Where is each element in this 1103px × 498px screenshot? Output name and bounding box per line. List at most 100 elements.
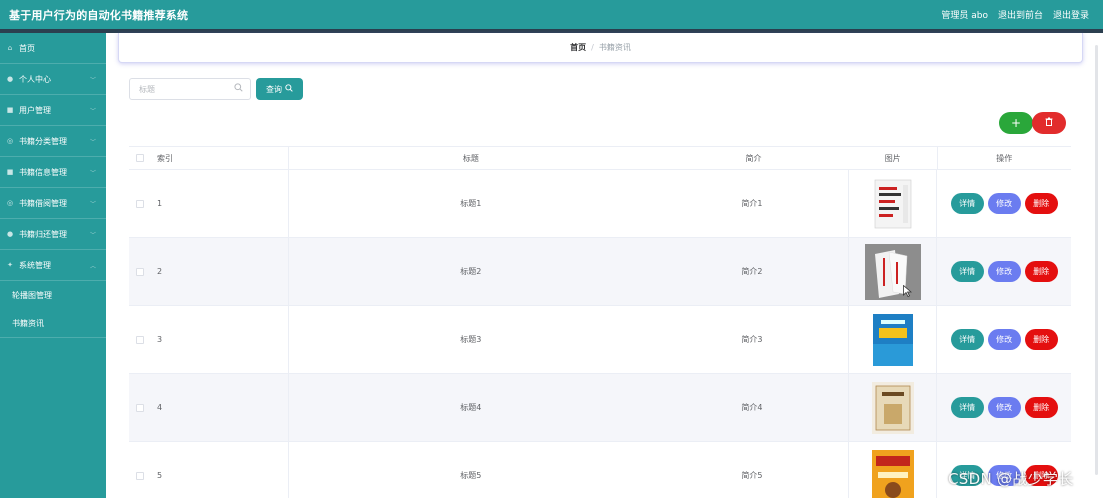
chevron-down-icon: ﹀ [89,76,96,84]
add-button[interactable]: + [999,112,1033,134]
sidebar-item-users[interactable]: ■ 用户管理 ﹀ [0,95,106,126]
query-button[interactable]: 查询 [256,78,303,100]
cell-intro: 简介2 [741,267,763,276]
search-placeholder: 标题 [139,84,155,94]
row-checkbox[interactable] [136,471,144,480]
edit-button[interactable]: 修改 [987,397,1021,418]
cell-index: 3 [151,306,290,373]
sidebar-item-label: 书籍分类管理 [19,136,67,146]
sidebar-item-book-category[interactable]: ◎ 书籍分类管理 ﹀ [0,126,106,157]
table-row: 5 标题5 简介5 详情 修改 删除 [129,442,1071,498]
to-frontend-link[interactable]: 退出到前台 [998,8,1043,21]
detail-button[interactable]: 详情 [950,261,984,282]
edit-button[interactable]: 修改 [987,261,1021,282]
cell-image [848,306,938,373]
top-header: 基于用户行为的自动化书籍推荐系统 管理员 abo 退出到前台 退出登录 [0,0,1103,29]
sidebar-item-book-return[interactable]: ● 书籍归还管理 ﹀ [0,219,106,250]
system-submenu: 轮播图管理 书籍资讯 [0,281,106,338]
sidebar-item-book-borrow[interactable]: ◎ 书籍借阅管理 ﹀ [0,188,106,219]
delete-button[interactable]: 删除 [1024,261,1058,282]
table-header: 索引 标题 简介 图片 操作 [129,146,1071,170]
select-all-cell [129,154,151,162]
cell-title: 标题3 [460,335,482,344]
chevron-down-icon: ﹀ [89,138,96,146]
cell-intro: 简介1 [741,199,763,208]
row-checkbox[interactable] [136,199,144,208]
table-row: 4 标题4 简介4 详情 修改 删除 [129,374,1071,442]
detail-button[interactable]: 详情 [950,193,984,214]
row-select-cell [129,335,151,344]
row-checkbox[interactable] [136,335,144,344]
book-cover-image [871,381,914,434]
cell-actions: 详情 修改 删除 [937,306,1071,373]
chevron-down-icon: ﹀ [89,200,96,208]
sidebar-item-home[interactable]: ⌂ 首页 [0,33,106,64]
cell-index: 1 [151,170,290,237]
search-input[interactable]: 标题 [129,78,251,100]
borrow-icon: ◎ [6,199,14,207]
column-header-title: 标题 [462,153,479,163]
breadcrumb-home[interactable]: 首页 [570,42,586,53]
column-header-image: 图片 [849,147,938,169]
delete-button[interactable]: 删除 [1024,397,1058,418]
cell-image [848,238,938,305]
cell-intro: 简介4 [741,403,763,412]
vertical-scrollbar[interactable] [1095,45,1098,475]
sidebar-subitem-book-news[interactable]: 书籍资讯 [0,309,106,337]
sidebar-subitem-carousel[interactable]: 轮播图管理 [0,281,106,309]
breadcrumb-separator: / [591,43,594,52]
cell-index: 4 [151,374,290,441]
detail-button[interactable]: 详情 [950,329,984,350]
cell-image [848,374,938,441]
row-select-cell [129,471,151,480]
logout-link[interactable]: 退出登录 [1053,8,1089,21]
column-header-actions: 操作 [996,153,1013,163]
column-header-index: 索引 [151,147,289,169]
cell-image [848,442,938,498]
delete-button[interactable]: 删除 [1024,329,1058,350]
search-icon [234,83,250,95]
header-actions: 管理员 abo 退出到前台 退出登录 [941,8,1103,21]
watermark: CSDN @战少学长 [948,470,1074,488]
query-button-label: 查询 [266,84,282,94]
sidebar-item-profile[interactable]: ● 个人中心 ﹀ [0,64,106,95]
sidebar-item-label: 首页 [19,43,35,53]
breadcrumb-current: 书籍资讯 [598,43,631,52]
trash-icon [1045,117,1053,129]
category-icon: ◎ [6,137,14,145]
sidebar-item-label: 系统管理 [19,260,51,270]
detail-button[interactable]: 详情 [950,397,984,418]
chevron-down-icon: ﹀ [89,107,96,115]
app-title: 基于用户行为的自动化书籍推荐系统 [9,8,189,22]
cell-image [848,170,938,237]
users-icon: ■ [6,106,14,114]
sidebar-item-label: 书籍归还管理 [19,229,67,239]
table-row: 3 标题3 简介3 详情 修改 删除 [129,306,1071,374]
sidebar-item-system[interactable]: ✦ 系统管理 ︿ [0,250,106,281]
sidebar: ⌂ 首页 ● 个人中心 ﹀ ■ 用户管理 ﹀ ◎ 书籍分类管理 ﹀ ■ 书籍信息… [0,33,106,498]
search-icon [285,84,293,94]
cell-title: 标题2 [460,267,482,276]
chevron-down-icon: ﹀ [89,231,96,239]
cell-title: 标题1 [460,199,482,208]
sidebar-item-label: 书籍信息管理 [19,167,67,177]
edit-button[interactable]: 修改 [987,193,1021,214]
cell-intro: 简介5 [741,471,763,480]
edit-button[interactable]: 修改 [987,329,1021,350]
row-checkbox[interactable] [136,267,144,276]
book-cover-image [872,313,913,366]
delete-button[interactable]: 删除 [1024,193,1058,214]
return-icon: ● [6,230,14,238]
person-icon: ● [6,75,14,83]
select-all-checkbox[interactable] [135,154,144,162]
cell-actions: 详情 修改 删除 [937,374,1071,441]
row-checkbox[interactable] [136,403,144,412]
sidebar-item-book-info[interactable]: ■ 书籍信息管理 ﹀ [0,157,106,188]
batch-delete-button[interactable] [1032,112,1066,134]
cell-actions: 详情 修改 删除 [937,238,1071,305]
plus-icon: + [1010,116,1022,130]
cell-title: 标题5 [460,471,482,480]
cell-index: 2 [151,238,290,305]
table-row: 1 标题1 简介1 详情 修改 删除 [129,170,1071,238]
cell-index: 5 [151,442,290,498]
